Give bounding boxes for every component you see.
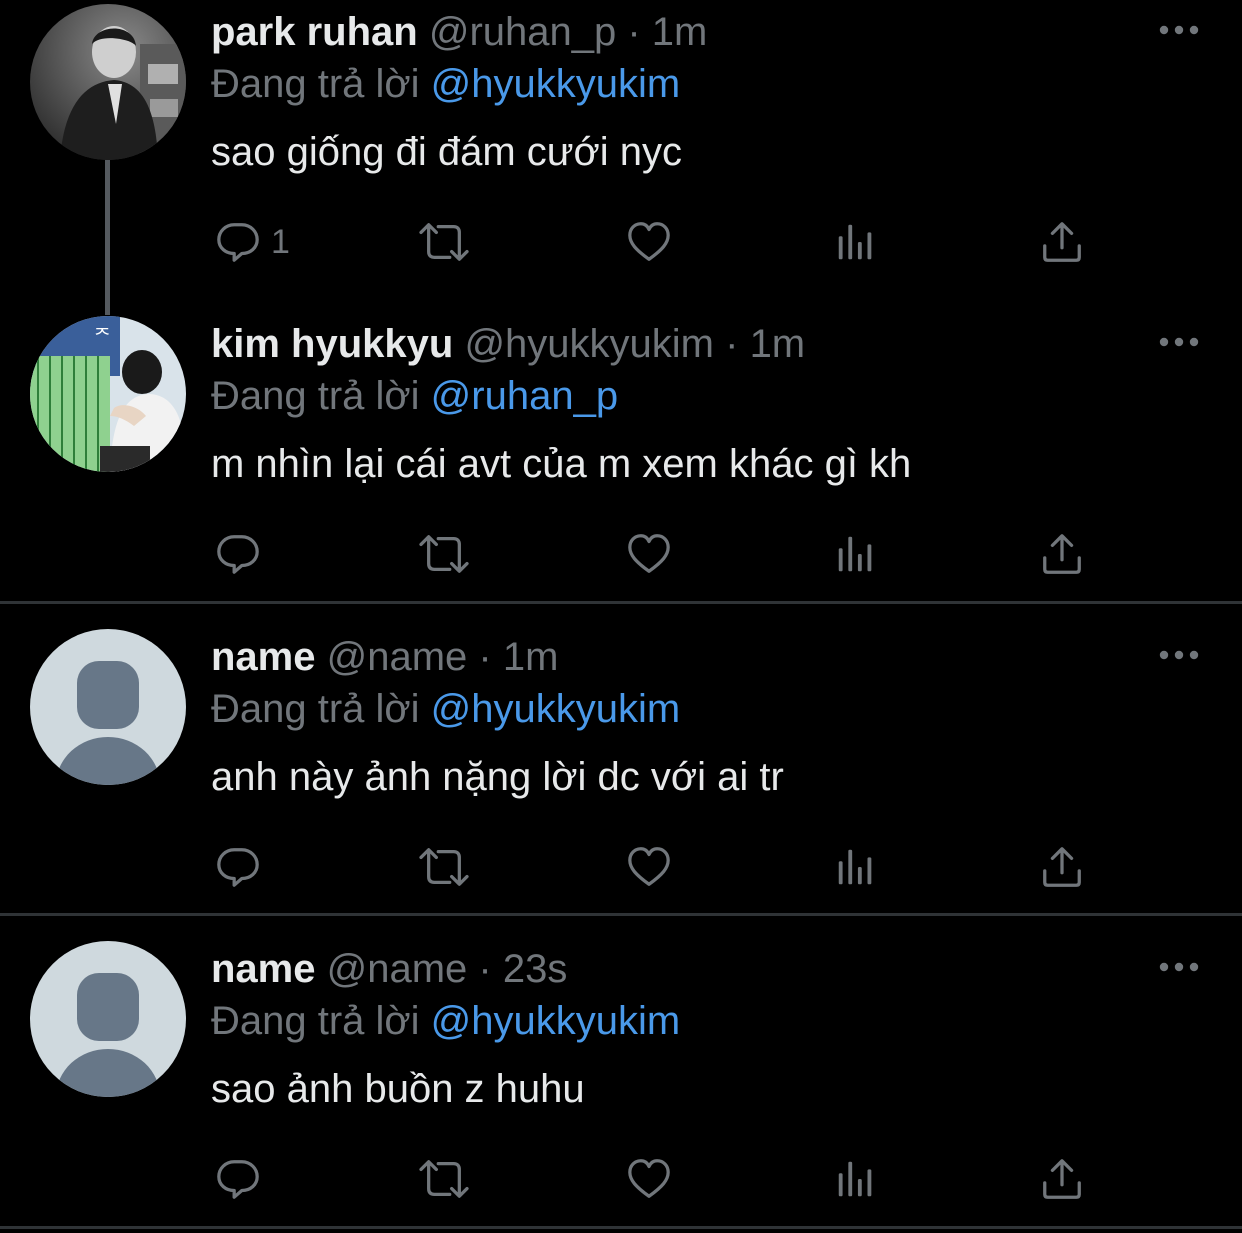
reply-button[interactable]: [215, 1149, 261, 1209]
like-icon: [625, 531, 673, 577]
share-icon: [1039, 531, 1085, 577]
replying-to-label: Đang trả lời: [211, 62, 420, 106]
retweet-icon: [415, 219, 473, 265]
replying-to-label: Đang trả lời: [211, 374, 420, 418]
like-button[interactable]: [625, 1149, 673, 1209]
views-icon: [833, 219, 879, 265]
tweet-header: kim hyukkyu @hyukkyukim · 1m: [211, 320, 805, 368]
views-icon: [833, 531, 879, 577]
retweet-icon: [415, 531, 473, 577]
like-icon: [625, 1156, 673, 1202]
replying-to-handle[interactable]: @hyukkyukim: [431, 687, 681, 731]
avatar[interactable]: [30, 629, 186, 785]
tweet[interactable]: ᄌ kim hyukkyu @hyukkyukim · 1m Đang trả …: [0, 312, 1242, 602]
more-icon[interactable]: [1158, 20, 1200, 40]
user-handle[interactable]: @ruhan_p: [429, 10, 616, 54]
timestamp[interactable]: 23s: [503, 947, 568, 991]
svg-text:ᄌ: ᄌ: [94, 326, 111, 347]
retweet-button[interactable]: [415, 837, 473, 897]
timestamp[interactable]: 1m: [652, 10, 708, 54]
retweet-icon: [415, 1156, 473, 1202]
replying-to: Đang trả lời @hyukkyukim: [211, 60, 680, 108]
timestamp[interactable]: 1m: [750, 322, 806, 366]
user-handle[interactable]: @hyukkyukim: [464, 322, 714, 366]
share-button[interactable]: [1039, 212, 1085, 272]
replying-to-label: Đang trả lời: [211, 687, 420, 731]
views-button[interactable]: [833, 524, 879, 584]
divider: [0, 601, 1242, 604]
views-button[interactable]: [833, 1149, 879, 1209]
more-icon[interactable]: [1158, 332, 1200, 352]
retweet-button[interactable]: [415, 524, 473, 584]
reply-count: 1: [271, 222, 290, 261]
replying-to: Đang trả lời @ruhan_p: [211, 372, 618, 420]
tweet[interactable]: park ruhan @ruhan_p · 1m Đang trả lời @h…: [0, 0, 1242, 300]
share-icon: [1039, 219, 1085, 265]
retweet-button[interactable]: [415, 212, 473, 272]
more-icon[interactable]: [1158, 957, 1200, 977]
reply-button[interactable]: 1: [215, 212, 290, 272]
like-button[interactable]: [625, 837, 673, 897]
reply-icon: [215, 531, 261, 577]
replying-to: Đang trả lời @hyukkyukim: [211, 685, 680, 733]
tweet-actions: [211, 837, 1111, 897]
reply-button[interactable]: [215, 837, 261, 897]
display-name[interactable]: name: [211, 635, 316, 679]
avatar[interactable]: ᄌ: [30, 316, 186, 472]
share-button[interactable]: [1039, 837, 1085, 897]
more-icon[interactable]: [1158, 645, 1200, 665]
like-icon: [625, 844, 673, 890]
share-button[interactable]: [1039, 1149, 1085, 1209]
separator: ·: [467, 947, 503, 991]
timestamp[interactable]: 1m: [503, 635, 559, 679]
replying-to-handle[interactable]: @hyukkyukim: [431, 999, 681, 1043]
reply-button[interactable]: [215, 524, 261, 584]
reply-icon: [215, 1156, 261, 1202]
views-button[interactable]: [833, 837, 879, 897]
replying-to-handle[interactable]: @hyukkyukim: [431, 62, 681, 106]
reply-icon: [215, 844, 261, 890]
tweet-actions: [211, 1149, 1111, 1209]
user-handle[interactable]: @name: [327, 635, 468, 679]
display-name[interactable]: name: [211, 947, 316, 991]
share-button[interactable]: [1039, 524, 1085, 584]
tweet-header: name @name · 23s: [211, 945, 567, 993]
avatar[interactable]: [30, 4, 186, 160]
share-icon: [1039, 844, 1085, 890]
tweet-text: anh này ảnh nặng lời dc với ai tr: [211, 755, 784, 799]
divider: [0, 1226, 1242, 1229]
display-name[interactable]: park ruhan: [211, 10, 418, 54]
reply-icon: [215, 219, 261, 265]
default-avatar-icon: [30, 629, 186, 785]
tweet-text: m nhìn lại cái avt của m xem khác gì kh: [211, 442, 912, 486]
separator: ·: [616, 10, 652, 54]
avatar[interactable]: [30, 941, 186, 1097]
tweet-text: sao giống đi đám cưới nyc: [211, 130, 683, 174]
retweet-icon: [415, 844, 473, 890]
tweet-actions: 1: [211, 212, 1111, 272]
replying-to-handle[interactable]: @ruhan_p: [431, 374, 618, 418]
display-name[interactable]: kim hyukkyu: [211, 322, 453, 366]
like-icon: [625, 219, 673, 265]
tweet-header: park ruhan @ruhan_p · 1m: [211, 8, 707, 56]
tweet[interactable]: name @name · 1m Đang trả lời @hyukkyukim…: [0, 625, 1242, 915]
views-icon: [833, 844, 879, 890]
tweet-actions: [211, 524, 1111, 584]
retweet-button[interactable]: [415, 1149, 473, 1209]
replying-to: Đang trả lời @hyukkyukim: [211, 997, 680, 1045]
separator: ·: [467, 635, 503, 679]
views-icon: [833, 1156, 879, 1202]
views-button[interactable]: [833, 212, 879, 272]
separator: ·: [714, 322, 750, 366]
divider: [0, 913, 1242, 916]
like-button[interactable]: [625, 212, 673, 272]
tweet-text: sao ảnh buồn z huhu: [211, 1067, 585, 1111]
tweet-header: name @name · 1m: [211, 633, 558, 681]
tweet[interactable]: name @name · 23s Đang trả lời @hyukkyuki…: [0, 937, 1242, 1227]
share-icon: [1039, 1156, 1085, 1202]
user-handle[interactable]: @name: [327, 947, 468, 991]
default-avatar-icon: [30, 941, 186, 1097]
replying-to-label: Đang trả lời: [211, 999, 420, 1043]
like-button[interactable]: [625, 524, 673, 584]
